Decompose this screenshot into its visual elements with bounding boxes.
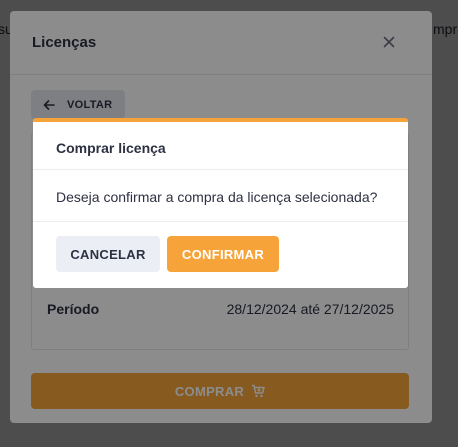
dialog-title: Comprar licença bbox=[56, 140, 166, 156]
dialog-body: Deseja confirmar a compra da licença sel… bbox=[33, 170, 408, 222]
dialog-message: Deseja confirmar a compra da licença sel… bbox=[56, 189, 378, 205]
dialog-header: Comprar licença bbox=[33, 122, 408, 170]
confirm-purchase-dialog: Comprar licença Deseja confirmar a compr… bbox=[33, 118, 408, 288]
cancel-button[interactable]: CANCELAR bbox=[56, 236, 160, 272]
confirm-button[interactable]: CONFIRMAR bbox=[167, 236, 279, 272]
